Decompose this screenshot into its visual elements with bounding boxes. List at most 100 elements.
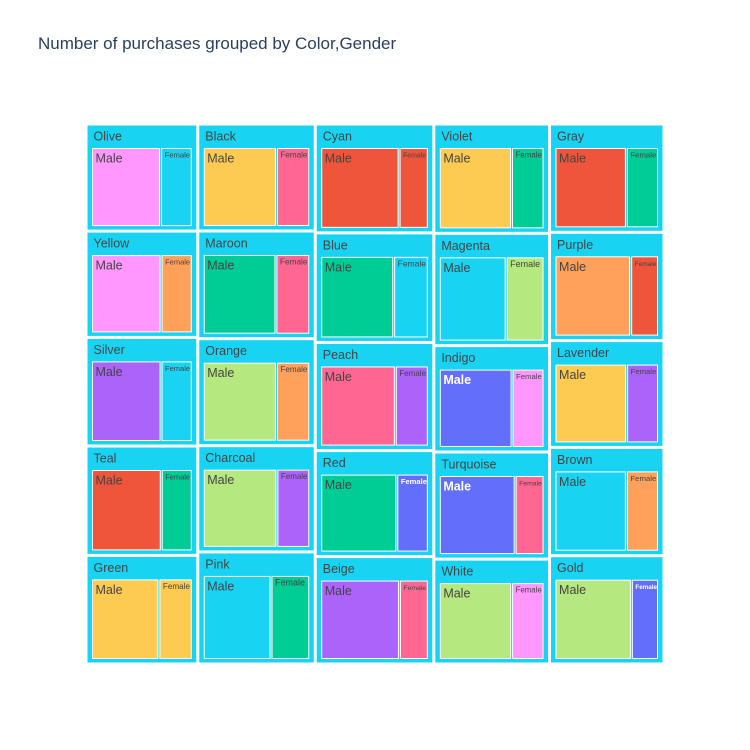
- treemap-tile-label-purple-female: Female: [635, 261, 657, 268]
- treemap-group-label-red: Red: [323, 456, 346, 470]
- treemap-tile-label-lavender-male: Male: [559, 368, 586, 382]
- treemap-tile-label-olive-female: Female: [165, 151, 190, 160]
- treemap-tile-label-indigo-male: Male: [443, 373, 471, 387]
- treemap-group-label-gray: Gray: [557, 130, 585, 144]
- treemap-tile-orange-female[interactable]: [276, 362, 310, 441]
- treemap-tile-label-silver-male: Male: [96, 365, 123, 379]
- treemap-chart: Olive Male Female Yellow Male Female Silver Mal…: [87, 125, 663, 663]
- treemap-tile-label-gold-female: Female: [635, 584, 657, 591]
- treemap-group-label-purple: Purple: [557, 238, 593, 252]
- treemap-group-label-silver: Silver: [94, 343, 125, 357]
- treemap-tile-label-violet-male: Male: [443, 152, 470, 166]
- treemap-tile-label-charcoal-male: Male: [207, 473, 234, 487]
- treemap-tile-label-blue-male: Male: [325, 260, 352, 274]
- treemap-group-label-turquoise: Turquoise: [441, 457, 496, 471]
- treemap-group-label-green: Green: [94, 561, 129, 575]
- treemap-tile-label-charcoal-female: Female: [281, 472, 308, 481]
- treemap-group-label-lavender: Lavender: [557, 346, 609, 360]
- treemap-tile-label-black-female: Female: [280, 151, 308, 160]
- treemap-tile-label-pink-female: Female: [275, 577, 305, 587]
- treemap-tile-label-turquoise-female: Female: [519, 480, 542, 487]
- treemap-tile-indigo-female[interactable]: [512, 369, 544, 447]
- treemap-group-label-peach: Peach: [323, 348, 358, 362]
- treemap-tile-label-orange-male: Male: [207, 366, 234, 380]
- treemap-tile-pink-female[interactable]: [271, 575, 310, 659]
- treemap-tile-label-red-female: Female: [401, 477, 427, 486]
- treemap-tile-label-peach-female: Female: [399, 369, 426, 378]
- treemap-tile-magenta-female[interactable]: [506, 257, 544, 341]
- treemap-tile-label-beige-male: Male: [325, 584, 352, 598]
- treemap-group-label-white: White: [441, 565, 473, 579]
- treemap-tile-label-gold-male: Male: [559, 583, 586, 597]
- treemap-tile-label-peach-male: Male: [325, 370, 352, 384]
- treemap-group-label-indigo: Indigo: [441, 351, 475, 365]
- treemap-tile-label-purple-male: Male: [559, 260, 586, 274]
- treemap-tile-cyan-female[interactable]: [399, 148, 428, 228]
- treemap-tile-charcoal-female[interactable]: [277, 469, 310, 547]
- treemap-tile-label-lavender-female: Female: [631, 367, 657, 376]
- treemap-tile-label-red-male: Male: [325, 478, 352, 492]
- treemap-tile-blue-female[interactable]: [394, 256, 428, 338]
- treemap-tile-olive-female[interactable]: [161, 148, 192, 227]
- treemap-tile-label-cyan-male: Male: [325, 152, 352, 166]
- treemap-tile-label-orange-female: Female: [280, 365, 308, 374]
- treemap-tile-purple-female[interactable]: [631, 256, 659, 336]
- treemap-tile-label-white-male: Male: [443, 587, 470, 601]
- treemap-tile-white-female[interactable]: [512, 583, 544, 659]
- treemap-tile-label-magenta-male: Male: [443, 261, 470, 275]
- treemap-tile-label-beige-female: Female: [403, 585, 426, 592]
- treemap-tile-peach-female[interactable]: [395, 366, 428, 446]
- treemap-tile-violet-female[interactable]: [511, 148, 544, 229]
- treemap-tile-label-gray-female: Female: [630, 151, 656, 160]
- treemap-tile-label-blue-female: Female: [398, 258, 427, 268]
- treemap-tile-label-green-male: Male: [96, 583, 123, 597]
- treemap-tile-label-gray-male: Male: [559, 152, 586, 166]
- treemap-tile-silver-female[interactable]: [161, 361, 192, 442]
- treemap-group-label-teal: Teal: [94, 452, 117, 466]
- treemap-tile-label-white-female: Female: [516, 586, 543, 595]
- treemap-group-label-violet: Violet: [441, 130, 473, 144]
- treemap-tile-label-indigo-female: Female: [516, 372, 542, 381]
- treemap-tile-yellow-female[interactable]: [161, 255, 192, 333]
- treemap-group-label-maroon: Maroon: [205, 236, 247, 250]
- treemap-tile-turquoise-female[interactable]: [515, 475, 544, 555]
- treemap-group-label-gold: Gold: [557, 561, 583, 575]
- treemap-tile-label-silver-female: Female: [165, 364, 190, 373]
- treemap-tile-teal-female[interactable]: [161, 470, 192, 551]
- treemap-tile-label-teal-female: Female: [165, 473, 190, 482]
- treemap-tile-label-black-male: Male: [207, 152, 234, 166]
- treemap-tile-label-magenta-female: Female: [510, 259, 540, 269]
- treemap-tile-label-violet-female: Female: [515, 151, 542, 160]
- treemap-tile-label-teal-male: Male: [96, 474, 123, 488]
- treemap-tile-green-female[interactable]: [159, 579, 192, 660]
- treemap-group-label-olive: Olive: [94, 130, 123, 144]
- treemap-tile-label-pink-male: Male: [207, 579, 234, 593]
- treemap-group-label-yellow: Yellow: [94, 237, 131, 251]
- treemap-group-label-charcoal: Charcoal: [205, 451, 255, 465]
- treemap-group-label-magenta: Magenta: [441, 239, 490, 253]
- treemap-tile-label-turquoise-male: Male: [443, 479, 471, 493]
- treemap-group-label-orange: Orange: [205, 344, 247, 358]
- treemap-tile-black-female[interactable]: [276, 148, 310, 226]
- treemap-group-label-cyan: Cyan: [323, 130, 352, 144]
- treemap-tile-beige-female[interactable]: [399, 580, 428, 660]
- treemap-tile-brown-female[interactable]: [626, 471, 658, 551]
- treemap-tile-maroon-female[interactable]: [276, 254, 310, 334]
- treemap-tile-label-olive-male: Male: [96, 152, 123, 166]
- treemap-group-label-blue: Blue: [323, 238, 348, 252]
- treemap-tile-label-maroon-female: Female: [280, 257, 308, 266]
- treemap-tile-lavender-female[interactable]: [627, 364, 659, 443]
- treemap-tile-red-female[interactable]: [397, 474, 428, 552]
- treemap-tile-label-yellow-female: Female: [165, 258, 190, 267]
- treemap-tile-gray-female[interactable]: [626, 148, 658, 228]
- treemap-tile-label-brown-male: Male: [559, 475, 586, 489]
- treemap-tile-gold-female[interactable]: [631, 579, 658, 659]
- treemap-group-label-black: Black: [205, 130, 236, 144]
- treemap-tile-label-cyan-female: Female: [403, 153, 426, 160]
- treemap-group-label-pink: Pink: [205, 557, 230, 571]
- treemap-tile-label-yellow-male: Male: [96, 259, 123, 273]
- treemap-tile-label-maroon-male: Male: [207, 258, 234, 272]
- treemap-tile-label-green-female: Female: [163, 582, 191, 591]
- treemap-group-label-brown: Brown: [557, 453, 592, 467]
- treemap-group-label-beige: Beige: [323, 562, 355, 576]
